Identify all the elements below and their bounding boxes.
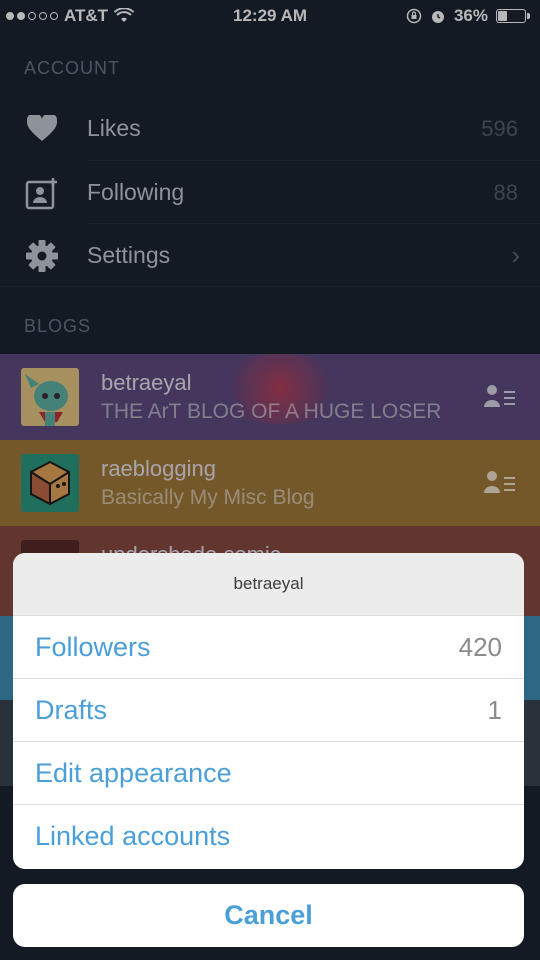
action-sheet-title: betraeyal [13, 553, 524, 615]
cancel-button[interactable]: Cancel [13, 884, 524, 947]
edit-appearance-label: Edit appearance [35, 757, 232, 788]
followers-button[interactable]: Followers 420 [13, 615, 524, 678]
linked-accounts-label: Linked accounts [35, 820, 231, 851]
followers-count: 420 [458, 631, 502, 662]
linked-accounts-button[interactable]: Linked accounts [13, 804, 524, 867]
edit-appearance-button[interactable]: Edit appearance [13, 741, 524, 804]
followers-label: Followers [35, 631, 151, 662]
drafts-label: Drafts [35, 694, 108, 725]
drafts-count: 1 [487, 694, 502, 725]
action-sheet: betraeyal Followers 420 Drafts 1 Edit ap… [13, 553, 524, 869]
drafts-button[interactable]: Drafts 1 [13, 678, 524, 741]
